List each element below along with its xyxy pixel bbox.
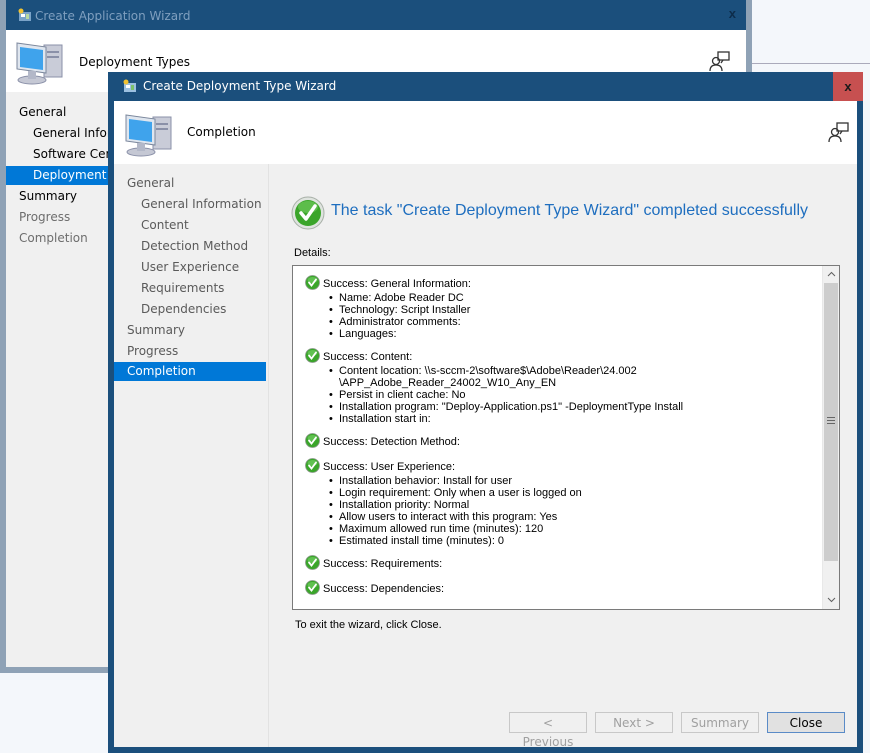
section-heading-text: Success: General Information:	[323, 278, 471, 290]
section-heading-text: Success: Detection Method:	[323, 436, 460, 448]
details-section: Success: Dependencies:	[305, 580, 822, 598]
detail-item: Installation start in:	[329, 413, 822, 425]
detail-item: Maximum allowed run time (minutes): 120	[329, 523, 822, 535]
nav-progress[interactable]: Progress	[127, 342, 178, 361]
success-check-icon	[291, 196, 325, 235]
create-deployment-type-wizard-window: Create Deployment Type Wizard x Completi…	[108, 72, 863, 753]
bg-page-title: Deployment Types	[79, 55, 191, 69]
nav-completion[interactable]: Completion	[114, 362, 266, 381]
details-section: Success: Detection Method:	[305, 433, 822, 451]
nav-user-experience[interactable]: User Experience	[141, 258, 239, 277]
details-section: Success: Requirements:	[305, 555, 822, 573]
section-heading-text: Success: Dependencies:	[323, 583, 445, 595]
page-title: Completion	[187, 125, 256, 139]
success-check-icon	[305, 348, 320, 366]
section-heading-text: Success: Content:	[323, 351, 413, 363]
section-heading-text: Success: Requirements:	[323, 558, 443, 570]
section-heading: Success: General Information:	[305, 275, 822, 293]
grip-icon	[827, 417, 835, 426]
wizard-app-icon	[18, 8, 32, 25]
detail-item: Languages:	[329, 328, 822, 340]
detail-item: Content location: \\s-sccm-2\software$\A…	[329, 365, 822, 389]
bg-nav-completion: Completion	[19, 231, 88, 245]
bg-close-icon[interactable]: x	[729, 6, 736, 21]
titlebar: Create Deployment Type Wizard x	[108, 72, 863, 101]
exit-hint: To exit the wizard, click Close.	[295, 619, 442, 631]
detail-item: Persist in client cache: No	[329, 389, 822, 401]
nav-general[interactable]: General	[127, 174, 174, 193]
close-icon[interactable]: x	[833, 72, 863, 101]
detail-item: Administrator comments:	[329, 316, 822, 328]
wizard-app-icon	[123, 79, 137, 98]
section-heading: Success: Requirements:	[305, 555, 822, 573]
detail-item: Allow users to interact with this progra…	[329, 511, 822, 523]
bg-nav-general[interactable]: General	[19, 105, 66, 119]
bg-nav-deployment-types[interactable]: Deployment Ty	[6, 166, 123, 185]
detail-item: Technology: Script Installer	[329, 304, 822, 316]
section-heading: Success: Content:	[305, 348, 822, 366]
next-button[interactable]: Next >	[595, 712, 673, 733]
bg-nav-summary[interactable]: Summary	[19, 189, 77, 203]
section-heading: Success: Detection Method:	[305, 433, 822, 451]
desktop-area	[752, 0, 870, 64]
scroll-down-icon[interactable]	[823, 592, 839, 609]
success-check-icon	[305, 433, 320, 451]
bg-titlebar: Create Application Wizard x	[6, 0, 746, 30]
success-check-icon	[305, 580, 320, 598]
nav-dependencies[interactable]: Dependencies	[141, 300, 226, 319]
section-heading-text: Success: User Experience:	[323, 461, 456, 473]
section-heading: Success: Dependencies:	[305, 580, 822, 598]
detail-items: Name: Adobe Reader DCTechnology: Script …	[305, 292, 822, 340]
previous-button[interactable]: < Previous	[509, 712, 587, 749]
detail-item: Name: Adobe Reader DC	[329, 292, 822, 304]
help-icon[interactable]	[828, 121, 850, 148]
computer-icon	[123, 109, 175, 164]
wizard-nav: General General Information Content Dete…	[114, 164, 268, 747]
detail-item: Estimated install time (minutes): 0	[329, 535, 822, 547]
bg-nav-progress: Progress	[19, 210, 71, 224]
success-check-icon	[305, 458, 320, 476]
detail-item: Installation priority: Normal	[329, 499, 822, 511]
success-check-icon	[305, 275, 320, 293]
details-section: Success: Content: Content location: \\s-s…	[305, 348, 822, 425]
scrollbar-thumb[interactable]	[824, 283, 838, 561]
detail-items: Content location: \\s-sccm-2\software$\A…	[305, 365, 822, 425]
details-pane[interactable]: Success: General Information: Name: Adobe…	[292, 265, 840, 610]
nav-requirements[interactable]: Requirements	[141, 279, 224, 298]
detail-items: Installation behavior: Install for userL…	[305, 475, 822, 547]
bg-window-title: Create Application Wizard	[35, 9, 191, 23]
computer-icon	[14, 37, 66, 92]
scroll-up-icon[interactable]	[823, 266, 839, 283]
details-section: Success: User Experience: Installation be…	[305, 458, 822, 547]
nav-summary[interactable]: Summary	[127, 321, 185, 340]
nav-content[interactable]: Content	[141, 216, 189, 235]
window-title: Create Deployment Type Wizard	[143, 79, 337, 93]
vertical-scrollbar[interactable]	[822, 266, 839, 609]
details-label: Details:	[294, 247, 331, 259]
detail-item: Login requirement: Only when a user is l…	[329, 487, 822, 499]
summary-button[interactable]: Summary	[681, 712, 759, 733]
detail-item: Installation program: "Deploy-Applicatio…	[329, 401, 822, 413]
close-button[interactable]: Close	[767, 712, 845, 733]
wizard-header: Completion	[114, 101, 857, 164]
success-check-icon	[305, 555, 320, 573]
nav-general-information[interactable]: General Information	[141, 195, 262, 214]
details-section: Success: General Information: Name: Adobe…	[305, 275, 822, 340]
section-heading: Success: User Experience:	[305, 458, 822, 476]
wizard-content: The task "Create Deployment Type Wizard"…	[268, 164, 857, 749]
details-list: Success: General Information: Name: Adobe…	[293, 266, 822, 609]
nav-detection-method[interactable]: Detection Method	[141, 237, 248, 256]
detail-item: Installation behavior: Install for user	[329, 475, 822, 487]
success-message: The task "Create Deployment Type Wizard"…	[331, 202, 809, 219]
